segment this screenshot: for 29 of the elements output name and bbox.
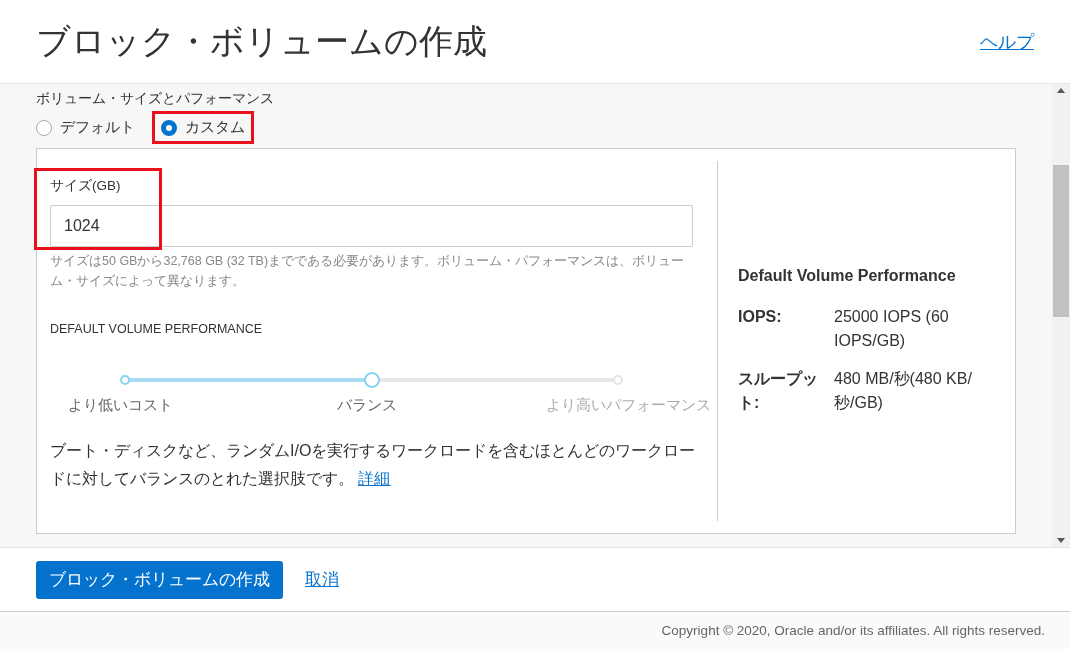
slider-stop[interactable] (120, 375, 130, 385)
radio-option[interactable]: カスタム (155, 114, 251, 141)
stop-label: より低いコスト (66, 396, 174, 415)
summary-value: 25000 IOPS (60 IOPS/GB) (834, 307, 950, 351)
summary-label: スループット: (738, 369, 819, 413)
scrollbar[interactable] (1052, 84, 1070, 547)
scrollbar-thumb[interactable] (1053, 164, 1069, 317)
size-input[interactable]: 1024 (50, 205, 693, 247)
section-label: ボリューム・サイズとパフォーマンス (36, 90, 275, 108)
cancel-link[interactable]: 取消 (305, 568, 339, 591)
size-hint: サイズは50 GBから32,768 GB (32 TB)までである必要があります。ボリューム・パフォーマンスは、ボリューム・サイズによって異なります。 (50, 253, 686, 290)
summary-label: IOPS: (738, 307, 783, 327)
summary-value: 480 MB/秒(480 KB/秒/GB) (834, 369, 973, 413)
scroll-down-icon[interactable] (1057, 538, 1065, 543)
scroll-up-icon[interactable] (1057, 88, 1065, 93)
radio-option[interactable]: デフォルト (30, 114, 141, 141)
stop-label: バランス (335, 396, 398, 415)
slider-stop[interactable] (613, 375, 623, 385)
copyright-text: Copyright © 2020, Oracle and/or its affiliates. All rights reserved. (661, 623, 1045, 638)
page-title: ブロック・ボリュームの作成 (36, 20, 487, 62)
performance-description: ブート・ディスクなど、ランダムI/Oを実行するワークロードを含むほとんどのワークロードに対してバランスのとれた選択肢です。 詳細 (50, 441, 697, 489)
stop-label: より高いパフォーマンス (544, 396, 712, 415)
help-link[interactable]: ヘルプ (980, 29, 1034, 54)
size-label: サイズ(GB) (50, 177, 121, 195)
performance-label: DEFAULT VOLUME PERFORMANCE (50, 322, 264, 336)
create-button[interactable]: ブロック・ボリュームの作成 (36, 560, 283, 599)
summary-title: Default Volume Performance (738, 267, 957, 285)
details-link[interactable]: 詳細 (358, 470, 391, 487)
slider-thumb[interactable] (363, 372, 380, 388)
